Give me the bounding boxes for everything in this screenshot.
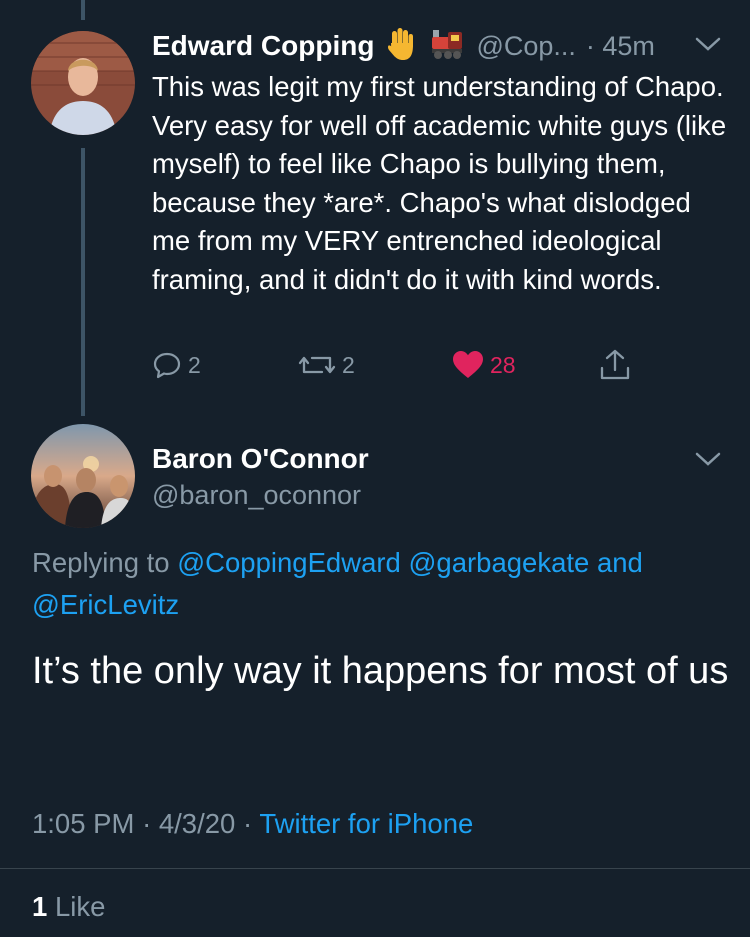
- reply-button[interactable]: 2: [152, 350, 201, 380]
- chevron-down-icon[interactable]: [694, 449, 722, 474]
- raised-hand-emoji-icon: [386, 27, 418, 66]
- chevron-down-icon[interactable]: [694, 34, 722, 59]
- thread-line-bottom: [81, 148, 85, 416]
- avatar-edward[interactable]: [31, 31, 135, 135]
- replying-and: and: [596, 547, 643, 578]
- tweet-source-link[interactable]: Twitter for iPhone: [259, 808, 473, 839]
- reply-mention-coppingedward[interactable]: @CoppingEdward: [177, 547, 401, 578]
- share-button[interactable]: [598, 348, 632, 382]
- heart-icon: [452, 350, 484, 380]
- meta-separator: ·: [142, 808, 152, 839]
- author-name[interactable]: Edward Copping: [152, 30, 374, 62]
- likes-label: Like: [54, 891, 106, 922]
- divider: [0, 868, 750, 869]
- tweet-text: It’s the only way it happens for most of…: [32, 650, 729, 692]
- reply-mention-ericlevitz[interactable]: @EricLevitz: [32, 589, 179, 620]
- author-handle[interactable]: @Cop...: [476, 31, 575, 62]
- author-handle[interactable]: @baron_oconnor: [152, 480, 361, 511]
- reply-count: 2: [188, 351, 201, 378]
- likes-summary[interactable]: 1 Like: [32, 891, 105, 923]
- tweet-time[interactable]: · 45m: [586, 31, 655, 62]
- tweet-meta: 1:05 PM · 4/3/20 · Twitter for iPhone: [32, 808, 473, 840]
- retweet-icon: [298, 350, 336, 380]
- train-emoji-icon: [430, 28, 464, 65]
- tweet-time: 1:05 PM: [32, 808, 135, 839]
- author-name[interactable]: Baron O'Connor: [152, 443, 369, 475]
- thread-line-top: [81, 0, 85, 20]
- avatar-baron[interactable]: [31, 424, 135, 528]
- retweet-count: 2: [342, 351, 355, 378]
- reply-mention-garbagekate[interactable]: @garbagekate: [408, 547, 589, 578]
- replying-prefix: Replying to: [32, 547, 170, 578]
- like-button[interactable]: 28: [452, 350, 516, 380]
- share-icon: [598, 348, 632, 382]
- likes-count: 1: [32, 891, 48, 922]
- reply-icon: [152, 350, 182, 380]
- tweet-date: 4/3/20: [158, 808, 236, 839]
- meta-separator: ·: [242, 808, 253, 839]
- like-count: 28: [490, 351, 516, 378]
- tweet-text: This was legit my first understanding of…: [152, 71, 727, 295]
- replying-to: Replying to @CoppingEdward @garbagekate …: [32, 542, 732, 626]
- retweet-button[interactable]: 2: [298, 350, 355, 380]
